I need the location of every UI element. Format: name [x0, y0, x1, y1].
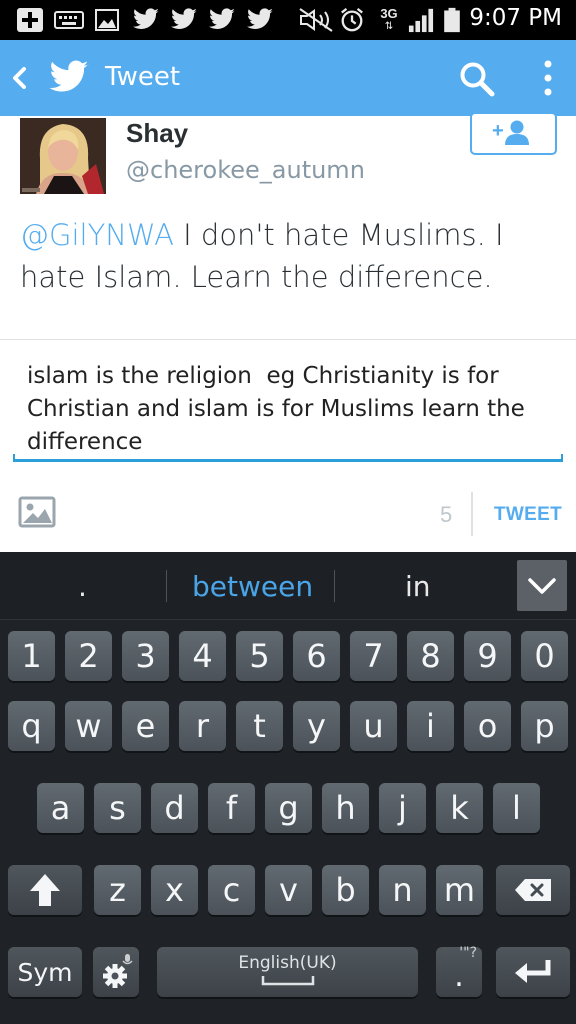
key-4[interactable]: 4 [179, 631, 226, 681]
key-f[interactable]: f [208, 783, 255, 833]
gear-icon [103, 954, 133, 988]
space-key[interactable]: English(UK) [157, 947, 418, 997]
key-n[interactable]: n [379, 865, 426, 915]
key-h[interactable]: h [322, 783, 369, 833]
key-y[interactable]: y [293, 701, 340, 751]
composer-divider [471, 492, 473, 536]
avatar[interactable] [20, 118, 106, 194]
key-e[interactable]: e [122, 701, 169, 751]
soft-keyboard: . between in Sym English(UK) '"? . 1 2 3… [0, 552, 576, 1024]
suggestion-divider [334, 570, 335, 602]
key-g[interactable]: g [265, 783, 312, 833]
reply-input-underline [13, 454, 563, 462]
suggestion-bar: . between in [0, 552, 576, 620]
follow-plus-icon: + [492, 120, 529, 145]
space-language-label: English(UK) [238, 953, 337, 973]
key-5[interactable]: 5 [236, 631, 283, 681]
key-d[interactable]: d [151, 783, 198, 833]
image-icon[interactable] [18, 496, 56, 528]
key-t[interactable]: t [236, 701, 283, 751]
suggestion-item[interactable]: in [405, 570, 431, 603]
shift-arrow-icon [30, 874, 60, 906]
key-l[interactable]: l [493, 783, 540, 833]
key-a[interactable]: a [37, 783, 84, 833]
suggestion-item-primary[interactable]: between [192, 570, 313, 603]
enter-key[interactable] [496, 947, 570, 997]
settings-key[interactable] [93, 947, 139, 997]
key-v[interactable]: v [265, 865, 312, 915]
twitter-icon [133, 8, 159, 29]
key-s[interactable]: s [94, 783, 141, 833]
key-1[interactable]: 1 [8, 631, 55, 681]
reply-input[interactable]: islam is the religion eg Christianity is… [27, 360, 557, 459]
key-2[interactable]: 2 [65, 631, 112, 681]
status-time: 9:07 PM [469, 5, 562, 31]
key-w[interactable]: w [65, 701, 112, 751]
key-j[interactable]: j [379, 783, 426, 833]
key-i[interactable]: i [407, 701, 454, 751]
key-r[interactable]: r [179, 701, 226, 751]
chevron-left-icon[interactable] [8, 62, 32, 94]
key-c[interactable]: c [208, 865, 255, 915]
network-3g-icon: 3G ⇅ [380, 6, 398, 32]
key-o[interactable]: o [464, 701, 511, 751]
key-k[interactable]: k [436, 783, 483, 833]
page-title: Tweet [105, 62, 181, 92]
author-handle[interactable]: @cherokee_autumn [126, 156, 365, 184]
alarm-icon [341, 7, 363, 32]
key-0[interactable]: 0 [521, 631, 568, 681]
signal-icon [408, 8, 434, 33]
punctuation-hint: '"? [459, 945, 477, 961]
plus-box-icon [17, 8, 43, 32]
network-type-label: 3G [380, 6, 398, 21]
mute-icon [299, 8, 333, 32]
tweet-mention[interactable]: @GilYNWA [20, 218, 174, 252]
character-count: 5 [440, 502, 453, 527]
key-m[interactable]: m [436, 865, 483, 915]
svg-text:+: + [492, 120, 504, 142]
image-icon [95, 9, 119, 31]
tweet-button[interactable]: TWEET [494, 504, 562, 526]
key-3[interactable]: 3 [122, 631, 169, 681]
key-6[interactable]: 6 [293, 631, 340, 681]
suggestion-item[interactable]: . [78, 570, 87, 603]
key-9[interactable]: 9 [464, 631, 511, 681]
chevron-down-icon [528, 577, 556, 594]
follow-button[interactable]: + [470, 112, 557, 155]
suggestion-divider [166, 570, 167, 602]
punctuation-key[interactable]: '"? . [436, 945, 482, 997]
key-8[interactable]: 8 [407, 631, 454, 681]
key-x[interactable]: x [151, 865, 198, 915]
key-p[interactable]: p [521, 701, 568, 751]
search-icon[interactable] [458, 60, 496, 98]
shift-key[interactable] [8, 865, 82, 915]
more-vert-icon[interactable] [540, 58, 556, 98]
collapse-suggestions-button[interactable] [517, 560, 567, 611]
punctuation-label: . [454, 958, 464, 994]
enter-arrow-icon [515, 960, 551, 983]
key-7[interactable]: 7 [350, 631, 397, 681]
tweet-card: Shay @cherokee_autumn + @GilYNWA I don't… [0, 112, 576, 340]
author-name[interactable]: Shay [126, 118, 188, 149]
action-bar: Tweet [0, 40, 576, 116]
key-b[interactable]: b [322, 865, 369, 915]
twitter-icon [247, 8, 273, 29]
spacebar-icon [261, 976, 314, 986]
backspace-icon [515, 879, 551, 901]
keyboard-icon [54, 11, 84, 29]
twitter-icon [171, 8, 197, 29]
tweet-text: @GilYNWA I don't hate Muslims. I hate Is… [20, 214, 560, 298]
key-u[interactable]: u [350, 701, 397, 751]
twitter-bird-icon[interactable] [48, 58, 90, 98]
twitter-icon [209, 8, 235, 29]
sym-key[interactable]: Sym [8, 947, 82, 997]
reply-composer: islam is the religion eg Christianity is… [0, 340, 576, 552]
key-z[interactable]: z [94, 865, 141, 915]
key-q[interactable]: q [8, 701, 55, 751]
status-bar: 3G ⇅ 9:07 PM [0, 0, 576, 40]
backspace-key[interactable] [496, 865, 570, 915]
battery-icon [444, 7, 460, 33]
